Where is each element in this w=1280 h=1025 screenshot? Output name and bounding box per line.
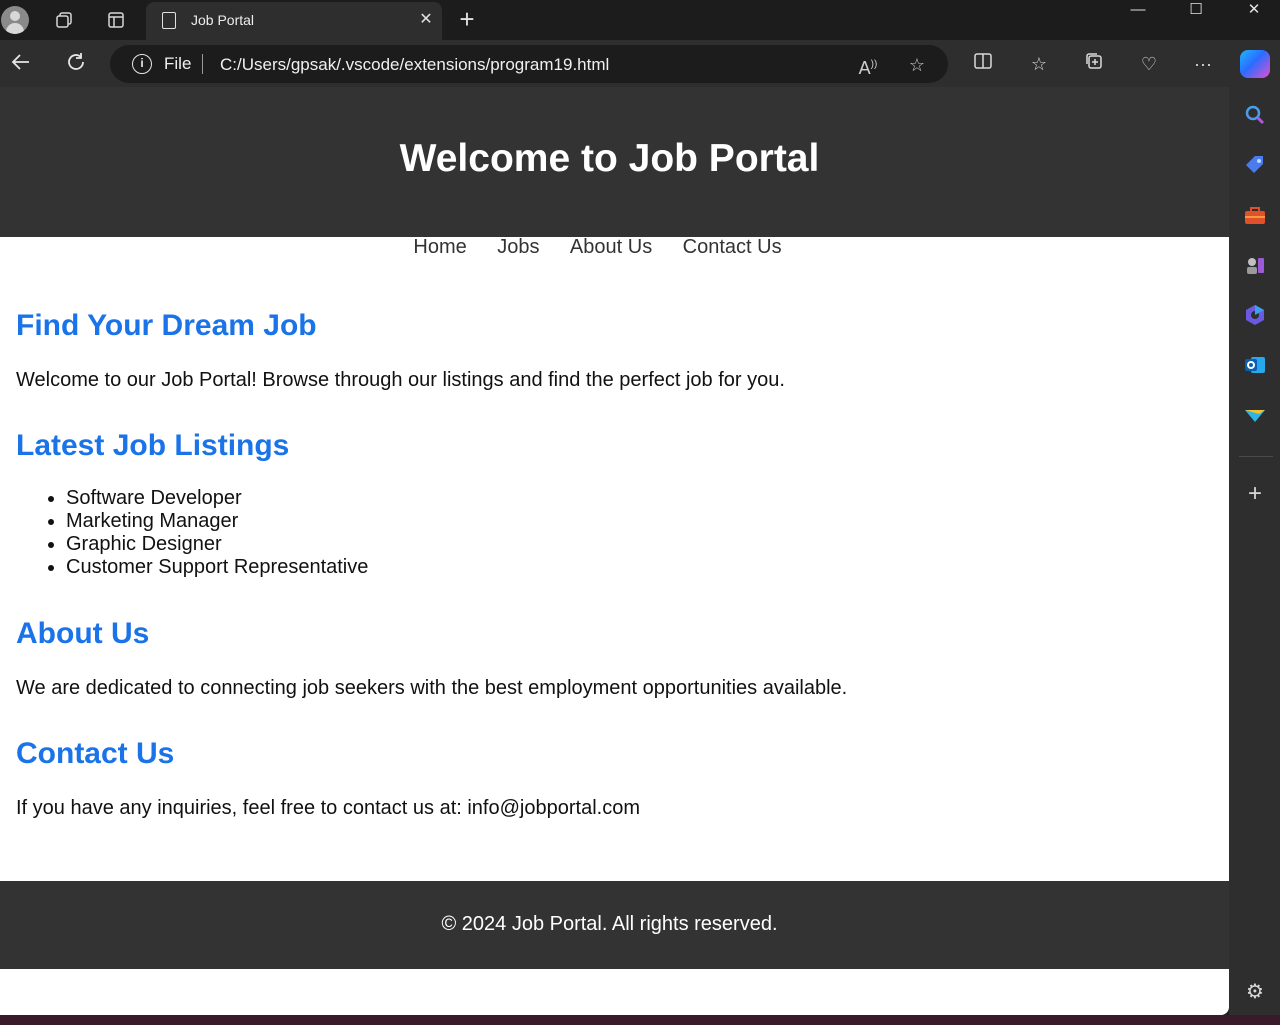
site-info-icon[interactable]: i: [132, 54, 152, 74]
address-bar[interactable]: i File C:/Users/gpsak/.vscode/extensions…: [110, 45, 948, 83]
list-item: Graphic Designer: [66, 533, 368, 556]
job-list: Software Developer Marketing Manager Gra…: [66, 487, 368, 579]
about-heading: About Us: [16, 617, 150, 650]
scheme-label: File: [164, 54, 192, 73]
listings-heading: Latest Job Listings: [16, 429, 290, 462]
nav-link-about-us[interactable]: About Us: [570, 236, 652, 259]
shopping-tag-icon[interactable]: [1243, 153, 1267, 177]
divider: [202, 54, 203, 74]
more-menu-icon[interactable]: ···: [1190, 51, 1216, 77]
games-icon[interactable]: [1243, 253, 1267, 277]
browser-toolbar: i File C:/Users/gpsak/.vscode/extensions…: [0, 40, 1280, 87]
about-text: We are dedicated to connecting job seeke…: [16, 677, 848, 699]
favorites-icon[interactable]: ☆: [1026, 51, 1052, 77]
outlook-icon[interactable]: [1243, 353, 1267, 377]
copyright-text: © 2024 Job Portal. All rights reserved.: [441, 913, 778, 935]
copilot-icon[interactable]: [1240, 50, 1270, 78]
list-item: Customer Support Representative: [66, 556, 368, 579]
sidebar-divider: [1239, 456, 1273, 457]
search-icon[interactable]: [1243, 103, 1267, 127]
tab-job-portal[interactable]: Job Portal ✕: [146, 2, 442, 40]
workspaces-icon[interactable]: [50, 6, 78, 34]
url-text[interactable]: C:/Users/gpsak/.vscode/extensions/progra…: [220, 55, 609, 75]
list-item: Marketing Manager: [66, 510, 368, 533]
favorite-star-icon[interactable]: ☆: [905, 53, 929, 77]
refresh-icon[interactable]: [62, 50, 90, 78]
dream-job-heading: Find Your Dream Job: [16, 309, 317, 342]
nav-link-contact-us[interactable]: Contact Us: [683, 236, 782, 259]
list-item: Software Developer: [66, 487, 368, 510]
nav-link-jobs[interactable]: Jobs: [497, 236, 539, 259]
site-footer: © 2024 Job Portal. All rights reserved.: [0, 881, 1229, 969]
back-arrow-icon[interactable]: [7, 50, 35, 78]
sidebar-settings-gear-icon[interactable]: ⚙: [1243, 980, 1267, 1004]
new-tab-button[interactable]: +: [454, 6, 480, 34]
page-viewport: Welcome to Job Portal Home Jobs About Us…: [0, 87, 1229, 1015]
tools-briefcase-icon[interactable]: [1243, 204, 1267, 228]
drop-send-icon[interactable]: [1243, 403, 1267, 427]
tab-title: Job Portal: [191, 12, 255, 28]
close-window-button[interactable]: ✕: [1225, 0, 1280, 22]
collections-icon[interactable]: [1081, 51, 1107, 77]
vertical-tabs-icon[interactable]: [102, 6, 130, 34]
contact-text: If you have any inquiries, feel free to …: [16, 797, 640, 819]
minimize-button[interactable]: —: [1109, 0, 1167, 22]
profile-avatar[interactable]: [1, 6, 29, 34]
page-title: Welcome to Job Portal: [399, 137, 820, 180]
document-icon: [162, 12, 176, 29]
maximize-button[interactable]: ☐: [1167, 0, 1225, 22]
taskbar-edge: [0, 1015, 1280, 1025]
browser-essentials-icon[interactable]: ♡: [1136, 51, 1162, 77]
close-tab-icon[interactable]: ✕: [416, 10, 436, 30]
copilot-sidebar-icon[interactable]: [1243, 303, 1267, 327]
tab-strip: Job Portal ✕ + — ☐ ✕: [0, 0, 1280, 40]
dream-job-text: Welcome to our Job Portal! Browse throug…: [16, 369, 785, 391]
read-aloud-icon[interactable]: A)): [856, 53, 880, 78]
contact-heading: Contact Us: [16, 737, 175, 770]
site-header: Welcome to Job Portal: [0, 87, 1229, 237]
nav-link-home[interactable]: Home: [413, 236, 466, 259]
site-nav: Home Jobs About Us Contact Us: [0, 236, 1195, 259]
edge-sidebar: + ⚙: [1229, 87, 1280, 1025]
add-sidebar-app-icon[interactable]: +: [1243, 482, 1267, 507]
split-screen-icon[interactable]: [970, 51, 996, 77]
